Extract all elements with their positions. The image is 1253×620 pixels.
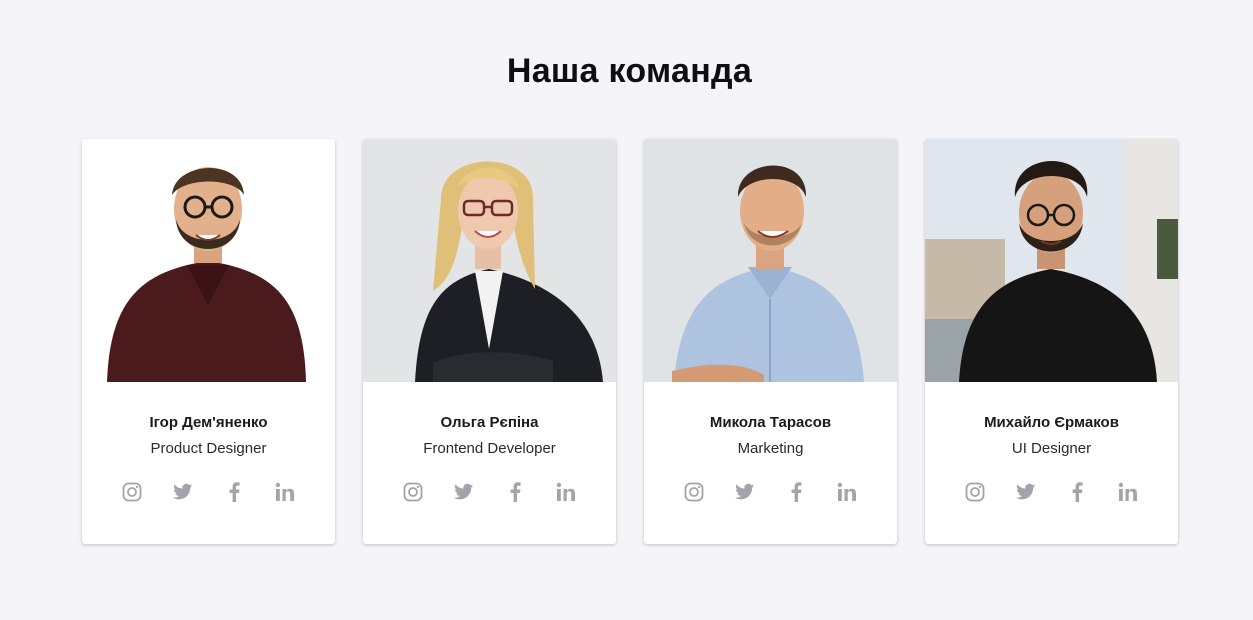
linkedin-icon[interactable]	[274, 481, 296, 503]
twitter-icon[interactable]	[734, 481, 756, 503]
team-card: Ольга Рєпіна Frontend Developer	[363, 139, 616, 544]
social-links	[644, 481, 897, 503]
linkedin-icon[interactable]	[836, 481, 858, 503]
team-grid: Ігор Дем'яненко Product Designer Ольга Р…	[82, 139, 1178, 544]
social-links	[82, 481, 335, 503]
twitter-icon[interactable]	[172, 481, 194, 503]
team-card: Ігор Дем'яненко Product Designer	[82, 139, 335, 544]
team-card: Михайло Єрмаков UI Designer	[925, 139, 1178, 544]
facebook-icon[interactable]	[504, 481, 526, 503]
twitter-icon[interactable]	[1015, 481, 1037, 503]
member-name: Ігор Дем'яненко	[149, 414, 268, 431]
instagram-icon[interactable]	[402, 481, 424, 503]
team-card: Микола Тарасов Marketing	[644, 139, 897, 544]
member-role: Marketing	[737, 440, 804, 457]
member-photo	[82, 139, 335, 382]
member-name: Михайло Єрмаков	[984, 414, 1119, 431]
member-role: Product Designer	[150, 440, 267, 457]
social-links	[925, 481, 1178, 503]
member-name: Микола Тарасов	[709, 414, 832, 431]
linkedin-icon[interactable]	[1117, 481, 1139, 503]
member-name: Ольга Рєпіна	[440, 414, 539, 431]
instagram-icon[interactable]	[964, 481, 986, 503]
facebook-icon[interactable]	[785, 481, 807, 503]
member-role: UI Designer	[1011, 440, 1092, 457]
section-title: Наша команда	[506, 52, 753, 90]
member-photo	[925, 139, 1178, 382]
member-role: Frontend Developer	[423, 440, 556, 457]
linkedin-icon[interactable]	[555, 481, 577, 503]
twitter-icon[interactable]	[453, 481, 475, 503]
instagram-icon[interactable]	[121, 481, 143, 503]
facebook-icon[interactable]	[223, 481, 245, 503]
instagram-icon[interactable]	[683, 481, 705, 503]
member-photo	[644, 139, 897, 382]
member-photo	[363, 139, 616, 382]
social-links	[363, 481, 616, 503]
facebook-icon[interactable]	[1066, 481, 1088, 503]
